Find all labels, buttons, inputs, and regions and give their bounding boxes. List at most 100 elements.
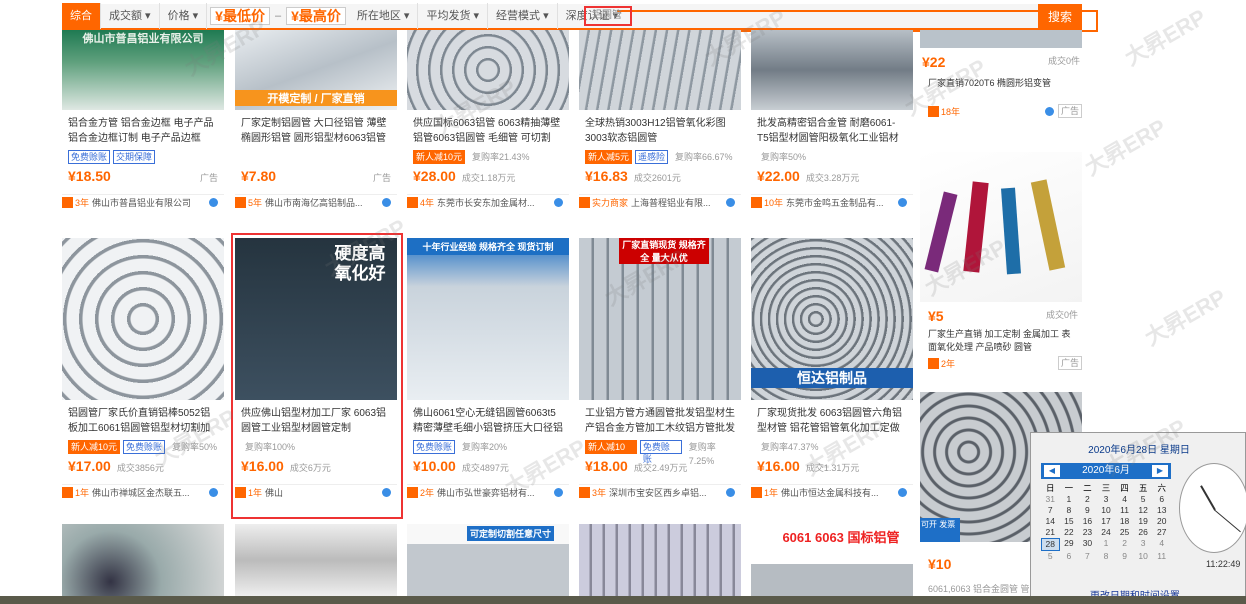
- shop-badge-icon: [579, 487, 590, 498]
- bottom-card-4[interactable]: [579, 524, 741, 596]
- calendar-day[interactable]: 3: [1097, 494, 1116, 505]
- ad-label: 广告: [1057, 356, 1082, 370]
- product-image[interactable]: [62, 238, 224, 400]
- price: ¥10.00: [413, 458, 456, 474]
- max-price-input[interactable]: ¥最高价: [286, 7, 346, 25]
- product-title[interactable]: 佛山6061空心无缝铝圆管6063t5精密薄壁毛细小铝管挤压大口径铝管: [407, 406, 569, 436]
- calendar-day[interactable]: 28: [1041, 538, 1060, 551]
- bottom-card-5[interactable]: 6061 6063 国标铝管: [751, 524, 913, 596]
- calendar-day[interactable]: 8: [1097, 551, 1116, 562]
- shop-name[interactable]: 佛山市南海亿高铝制品...: [265, 196, 363, 209]
- calendar-day[interactable]: 31: [1041, 494, 1060, 505]
- calendar-day[interactable]: 26: [1134, 527, 1153, 538]
- repurchase-rate: 复购率20%: [462, 442, 508, 452]
- shop-name[interactable]: 东莞市金鸣五金制品有...: [786, 196, 884, 209]
- calendar-day[interactable]: 1: [1097, 538, 1116, 551]
- business-mode-filter[interactable]: 经营模式 ▾: [488, 3, 558, 29]
- chat-icon[interactable]: [209, 198, 218, 207]
- calendar-day[interactable]: 10: [1097, 505, 1116, 516]
- shop-name[interactable]: 深圳市宝安区西乡卓铝...: [609, 486, 707, 499]
- calendar-day[interactable]: 13: [1152, 505, 1171, 516]
- calendar-day[interactable]: 17: [1097, 516, 1116, 527]
- chat-icon[interactable]: [898, 488, 907, 497]
- calendar-day[interactable]: 19: [1134, 516, 1153, 527]
- product-image[interactable]: 十年行业经验 规格齐全 现货订制: [407, 238, 569, 400]
- bottom-card-2[interactable]: [235, 524, 397, 596]
- product-title[interactable]: 厂家定制铝圆管 大口径铝管 薄壁椭圆形铝管 圆形铝型材6063铝管: [235, 116, 397, 146]
- calendar-day[interactable]: 16: [1078, 516, 1097, 527]
- search-button[interactable]: 搜索: [1038, 4, 1082, 30]
- next-month-icon[interactable]: ▶: [1152, 465, 1168, 477]
- shop-name[interactable]: 佛山市普昌铝业有限公司: [92, 196, 191, 209]
- promo-tag: 新人减10元: [585, 440, 637, 464]
- calendar-day[interactable]: 9: [1115, 551, 1134, 562]
- product-image[interactable]: 恒达铝制品: [751, 238, 913, 400]
- calendar-day[interactable]: 2: [1078, 494, 1097, 505]
- region-filter[interactable]: 所在地区 ▾: [349, 3, 419, 29]
- chat-icon[interactable]: [726, 198, 735, 207]
- calendar-day[interactable]: 14: [1041, 516, 1060, 527]
- calendar-day[interactable]: 20: [1152, 516, 1171, 527]
- chat-icon[interactable]: [209, 488, 218, 497]
- calendar-day[interactable]: 21: [1041, 527, 1060, 538]
- calendar-day[interactable]: 3: [1134, 538, 1153, 551]
- product-card[interactable]: 开模定制 / 厂家直销 厂家定制铝圆管 大口径铝管 薄壁椭圆形铝管 圆形铝型材6…: [235, 30, 397, 230]
- sort-volume[interactable]: 成交额 ▾: [101, 3, 160, 29]
- calendar-day[interactable]: 18: [1115, 516, 1134, 527]
- product-title[interactable]: 批发高精密铝合金管 耐磨6061-T5铝型材圆管阳极氧化工业铝材圆管: [751, 116, 913, 146]
- calendar-day[interactable]: 5: [1041, 551, 1060, 562]
- shop-name[interactable]: 佛山市禅城区金杰联五...: [92, 486, 190, 499]
- product-title[interactable]: 厂家现货批发 6063铝圆管六角铝型材管 铝花管铝管氧化加工定做: [751, 406, 913, 436]
- calendar-day[interactable]: 27: [1152, 527, 1171, 538]
- sort-price[interactable]: 价格 ▾: [160, 3, 208, 29]
- calendar-day[interactable]: 15: [1060, 516, 1079, 527]
- chat-icon[interactable]: [1044, 106, 1054, 116]
- shop-badge-icon: [579, 197, 590, 208]
- calendar-day[interactable]: 1: [1060, 494, 1079, 505]
- shipping-filter[interactable]: 平均发货 ▾: [418, 3, 489, 29]
- calendar-day[interactable]: 7: [1041, 505, 1060, 516]
- product-title[interactable]: 铝合金方管 铝合金边框 电子产品铝合金边框订制 电子产品边框: [62, 116, 224, 146]
- calendar-day[interactable]: 8: [1060, 505, 1079, 516]
- calendar-day[interactable]: 12: [1134, 505, 1153, 516]
- calendar-day[interactable]: 10: [1134, 551, 1153, 562]
- calendar-day[interactable]: 24: [1097, 527, 1116, 538]
- shop-name[interactable]: 东莞市长安东加金属材...: [437, 196, 535, 209]
- product-title[interactable]: 全球热销3003H12铝管氧化彩图3003软态铝圆管: [579, 116, 741, 146]
- shop-name[interactable]: 佛山市恒达金属科技有...: [781, 486, 879, 499]
- calendar-day[interactable]: 9: [1078, 505, 1097, 516]
- chat-icon[interactable]: [726, 488, 735, 497]
- calendar-day[interactable]: 6: [1060, 551, 1079, 562]
- calendar-day[interactable]: 4: [1152, 538, 1171, 551]
- calendar-day[interactable]: 2: [1115, 538, 1134, 551]
- calendar-day[interactable]: 23: [1078, 527, 1097, 538]
- chat-icon[interactable]: [898, 198, 907, 207]
- product-title[interactable]: 工业铝方管方通圆管批发铝型材生产铝合金方管加工木纹铝方管批发: [579, 406, 741, 436]
- prev-month-icon[interactable]: ◀: [1044, 465, 1060, 477]
- product-card[interactable]: 批发高精密铝合金管 耐磨6061-T5铝型材圆管阳极氧化工业铝材圆管 复购率50…: [751, 30, 913, 230]
- calendar-day[interactable]: 11: [1115, 505, 1134, 516]
- calendar-day[interactable]: 5: [1134, 494, 1153, 505]
- calendar-day[interactable]: 4: [1115, 494, 1134, 505]
- calendar-day[interactable]: 29: [1060, 538, 1079, 551]
- calendar-day[interactable]: 6: [1152, 494, 1171, 505]
- calendar-day[interactable]: 7: [1078, 551, 1097, 562]
- clock-minute-hand: [1214, 509, 1241, 533]
- product-card[interactable]: 铝圆管厂家氏价直销铝棒5052铝板加工6061铝圆管铝型材切割加工7075 新人…: [62, 238, 224, 520]
- sort-composite[interactable]: 综合: [62, 3, 101, 29]
- product-card[interactable]: 供应国标6063铝管 6063精抽薄壁铝管6063铝圆管 毛细管 可切割 新人减…: [407, 30, 569, 230]
- calendar-day[interactable]: 25: [1115, 527, 1134, 538]
- chat-icon[interactable]: [382, 198, 391, 207]
- product-card[interactable]: 恒达铝制品 厂家现货批发 6063铝圆管六角铝型材管 铝花管铝管氧化加工定做 复…: [751, 238, 913, 520]
- calendar-day[interactable]: 30: [1078, 538, 1097, 551]
- product-image[interactable]: [751, 30, 913, 110]
- search-input[interactable]: 铝圆管: [584, 6, 632, 26]
- chat-icon[interactable]: [554, 488, 563, 497]
- chat-icon[interactable]: [554, 198, 563, 207]
- calendar-day[interactable]: 11: [1152, 551, 1171, 562]
- shop-name[interactable]: 上海普程铝业有限...: [631, 196, 711, 209]
- calendar-day[interactable]: 22: [1060, 527, 1079, 538]
- bottom-card-1[interactable]: [62, 524, 224, 596]
- bottom-card-3[interactable]: 可定制切割任意尺寸: [407, 524, 569, 596]
- shop-row: 3年 佛山市普昌铝业有限公司: [62, 194, 224, 210]
